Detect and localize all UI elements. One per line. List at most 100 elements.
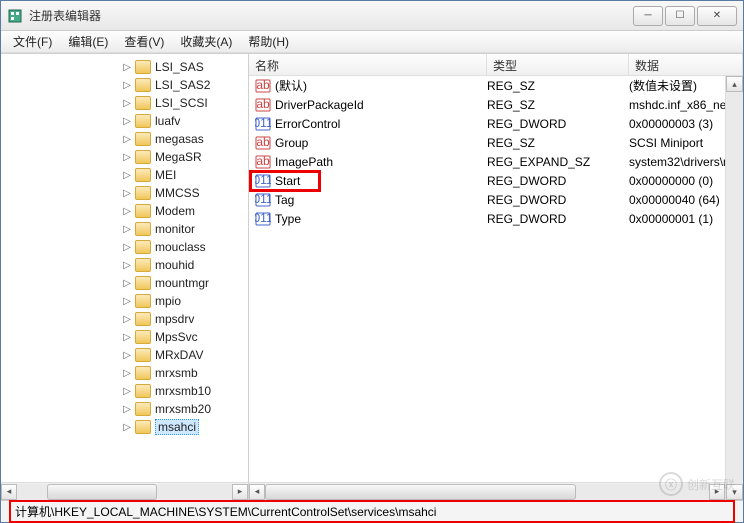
status-path-box: 计算机\HKEY_LOCAL_MACHINE\SYSTEM\CurrentCon…	[9, 500, 735, 523]
titlebar[interactable]: 注册表编辑器 ─ ☐ ✕	[1, 1, 743, 31]
tree-item-lsi_sas2[interactable]: ▷LSI_SAS2	[1, 76, 248, 94]
tree-item-mei[interactable]: ▷ MEI	[1, 166, 248, 184]
expander-icon[interactable]: ▷	[121, 98, 133, 109]
expander-icon[interactable]: ▷	[121, 170, 133, 181]
scroll-track[interactable]	[726, 92, 743, 484]
expander-icon[interactable]: ▷	[121, 224, 133, 235]
registry-tree[interactable]: ▷LSI_SAS▷LSI_SAS2▷LSI_SCSI▷luafv▷megasas…	[1, 54, 248, 482]
tree-item-mouclass[interactable]: ▷mouclass	[1, 238, 248, 256]
tree-item-mmcss[interactable]: ▷ MMCSS	[1, 184, 248, 202]
tree-item-luafv[interactable]: ▷luafv	[1, 112, 248, 130]
tree-item-megasas[interactable]: ▷megasas	[1, 130, 248, 148]
scroll-thumb[interactable]	[265, 484, 576, 500]
expander-icon[interactable]: ▷	[121, 314, 133, 325]
value-data: 0x00000003 (3)	[629, 117, 725, 131]
minimize-button[interactable]: ─	[633, 6, 663, 26]
expander-icon[interactable]: ▷	[121, 332, 133, 343]
value-type: REG_SZ	[487, 136, 629, 150]
value-row[interactable]: abImagePathREG_EXPAND_SZsystem32\drivers…	[249, 152, 725, 171]
value-name: (默认)	[275, 77, 487, 94]
value-type: REG_DWORD	[487, 193, 629, 207]
expander-icon[interactable]: ▷	[121, 188, 133, 199]
scroll-left-icon[interactable]: ◂	[1, 484, 17, 500]
expander-icon[interactable]: ▷	[121, 296, 133, 307]
tree-item-label: LSI_SCSI	[155, 96, 208, 110]
tree-item-label: MMCSS	[155, 186, 200, 200]
tree-item-msahci[interactable]: ▷msahci	[1, 418, 248, 436]
value-list[interactable]: ab(默认)REG_SZ(数值未设置)abDriverPackageIdREG_…	[249, 76, 725, 482]
value-row[interactable]: 011TagREG_DWORD0x00000040 (64)	[249, 190, 725, 209]
expander-icon[interactable]: ▷	[121, 80, 133, 91]
expander-icon[interactable]: ▷	[121, 242, 133, 253]
folder-icon	[135, 330, 151, 344]
menu-edit[interactable]: 编辑(E)	[60, 31, 116, 52]
tree-item-mrxdav[interactable]: ▷MRxDAV	[1, 346, 248, 364]
menu-view[interactable]: 查看(V)	[116, 31, 172, 52]
expander-icon[interactable]: ▷	[121, 278, 133, 289]
scroll-right-icon[interactable]: ▸	[232, 484, 248, 500]
maximize-button[interactable]: ☐	[665, 6, 695, 26]
value-data: mshdc.inf_x86_neut	[629, 98, 725, 112]
tree-item-label: MegaSR	[155, 150, 202, 164]
tree-item-mrxsmb[interactable]: ▷mrxsmb	[1, 364, 248, 382]
scroll-up-icon[interactable]: ▴	[726, 76, 743, 92]
tree-item-lsi_scsi[interactable]: ▷ LSI_SCSI	[1, 94, 248, 112]
expander-icon[interactable]: ▷	[121, 116, 133, 127]
tree-item-modem[interactable]: ▷Modem	[1, 202, 248, 220]
value-row[interactable]: 011ErrorControlREG_DWORD0x00000003 (3)	[249, 114, 725, 133]
value-row[interactable]: ab(默认)REG_SZ(数值未设置)	[249, 76, 725, 95]
tree-item-label: mpio	[155, 294, 181, 308]
tree-item-lsi_sas[interactable]: ▷LSI_SAS	[1, 58, 248, 76]
list-hscrollbar[interactable]: ◂ ▸	[249, 482, 725, 500]
expander-icon[interactable]: ▷	[121, 134, 133, 145]
tree-item-mrxsmb10[interactable]: ▷mrxsmb10	[1, 382, 248, 400]
value-name: ErrorControl	[275, 117, 487, 131]
scroll-thumb[interactable]	[47, 484, 157, 500]
folder-icon	[135, 150, 151, 164]
expander-icon[interactable]: ▷	[121, 368, 133, 379]
expander-icon[interactable]: ▷	[121, 422, 133, 433]
folder-icon	[135, 186, 151, 200]
tree-item-mountmgr[interactable]: ▷mountmgr	[1, 274, 248, 292]
svg-text:ab: ab	[256, 135, 270, 149]
expander-icon[interactable]: ▷	[121, 350, 133, 361]
close-button[interactable]: ✕	[697, 6, 737, 26]
value-row[interactable]: 011TypeREG_DWORD0x00000001 (1)	[249, 209, 725, 228]
tree-item-mrxsmb20[interactable]: ▷mrxsmb20	[1, 400, 248, 418]
column-name[interactable]: 名称	[249, 54, 487, 75]
value-row[interactable]: abDriverPackageIdREG_SZmshdc.inf_x86_neu…	[249, 95, 725, 114]
scroll-track[interactable]	[17, 484, 232, 500]
folder-icon	[135, 276, 151, 290]
value-type: REG_DWORD	[487, 174, 629, 188]
tree-item-monitor[interactable]: ▷monitor	[1, 220, 248, 238]
menu-favorites[interactable]: 收藏夹(A)	[172, 31, 240, 52]
value-row[interactable]: abGroupREG_SZSCSI Miniport	[249, 133, 725, 152]
menu-file[interactable]: 文件(F)	[5, 31, 60, 52]
tree-hscrollbar[interactable]: ◂ ▸	[1, 482, 248, 500]
scroll-right-icon[interactable]: ▸	[709, 484, 725, 500]
tree-item-label: MEI	[155, 168, 176, 182]
expander-icon[interactable]: ▷	[121, 206, 133, 217]
scroll-down-icon[interactable]: ▾	[726, 484, 743, 500]
column-type[interactable]: 类型	[487, 54, 629, 75]
column-data[interactable]: 数据	[629, 54, 743, 75]
value-row[interactable]: 011StartREG_DWORD0x00000000 (0)	[249, 171, 725, 190]
scroll-left-icon[interactable]: ◂	[249, 484, 265, 500]
tree-item-mouhid[interactable]: ▷mouhid	[1, 256, 248, 274]
tree-item-mpio[interactable]: ▷ mpio	[1, 292, 248, 310]
expander-icon[interactable]: ▷	[121, 386, 133, 397]
tree-item-megasr[interactable]: ▷ MegaSR	[1, 148, 248, 166]
expander-icon[interactable]: ▷	[121, 260, 133, 271]
binary-value-icon: 011	[253, 192, 273, 208]
svg-text:ab: ab	[256, 78, 270, 92]
expander-icon[interactable]: ▷	[121, 62, 133, 73]
expander-icon[interactable]: ▷	[121, 152, 133, 163]
scroll-track[interactable]	[265, 484, 709, 500]
tree-item-mpssvc[interactable]: ▷MpsSvc	[1, 328, 248, 346]
expander-icon[interactable]: ▷	[121, 404, 133, 415]
folder-icon	[135, 240, 151, 254]
list-vscrollbar[interactable]: ▴ ▾	[725, 76, 743, 500]
tree-item-mpsdrv[interactable]: ▷mpsdrv	[1, 310, 248, 328]
menu-help[interactable]: 帮助(H)	[240, 31, 297, 52]
folder-icon	[135, 384, 151, 398]
